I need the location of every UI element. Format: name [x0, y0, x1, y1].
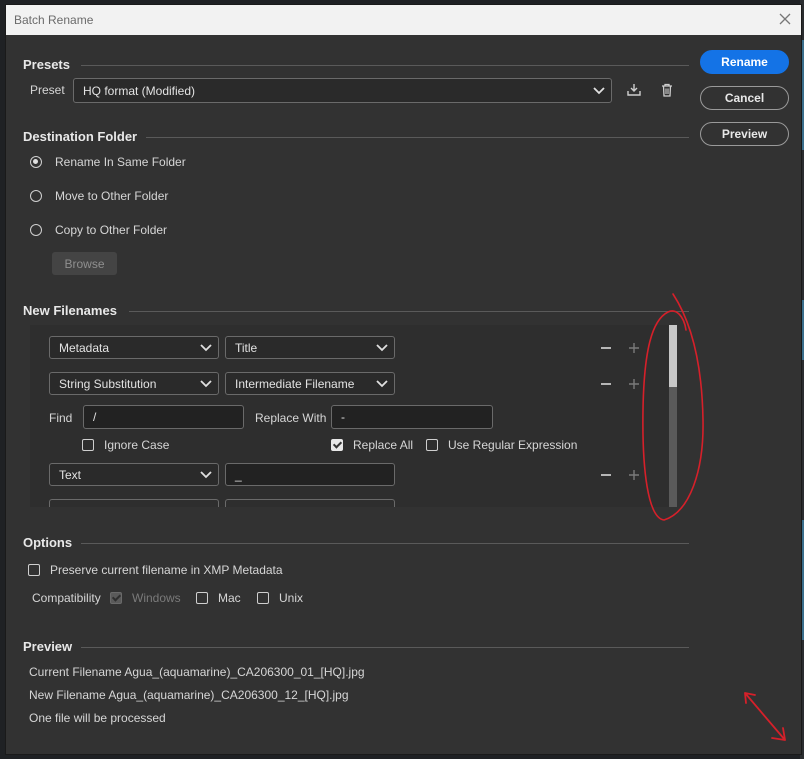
delete-icon[interactable] [659, 82, 675, 98]
mac-checkbox[interactable] [196, 592, 208, 604]
preset-dropdown[interactable]: HQ format (Modified) [73, 78, 612, 103]
ignore-case-label: Ignore Case [104, 438, 170, 452]
rule-value-dropdown[interactable]: Title [225, 336, 395, 359]
options-section-title: Options [23, 535, 73, 550]
presets-section-title: Presets [23, 57, 70, 72]
preserve-filename-label: Preserve current filename in XMP Metadat… [50, 563, 283, 577]
find-label: Find [49, 411, 73, 425]
find-input[interactable]: / [83, 405, 244, 429]
radio-copy-other-folder[interactable] [30, 224, 42, 236]
divider [81, 543, 689, 544]
option-label: Move to Other Folder [55, 189, 169, 203]
destination-section-title: Destination Folder [23, 129, 138, 144]
preserve-filename-checkbox[interactable] [28, 564, 40, 576]
rule-type-dropdown-clipped[interactable] [49, 499, 219, 507]
windows-checkbox [110, 592, 122, 604]
plus-icon[interactable] [627, 341, 641, 355]
chevron-down-icon [376, 379, 388, 387]
replace-all-checkbox[interactable] [331, 439, 343, 451]
new-filename-text: New Filename Agua_(aquamarine)_CA206300_… [29, 688, 349, 702]
divider [81, 647, 689, 648]
replace-input[interactable]: - [331, 405, 493, 429]
rule-value: Intermediate Filename [235, 376, 355, 391]
minus-icon[interactable] [599, 377, 613, 391]
divider [81, 65, 689, 66]
batch-rename-dialog: Batch Rename Rename Cancel Preview Prese… [5, 4, 802, 755]
chevron-down-icon [376, 343, 388, 351]
radio-move-other-folder[interactable] [30, 190, 42, 202]
option-label: Rename In Same Folder [55, 155, 186, 169]
plus-icon[interactable] [627, 468, 641, 482]
rule-value-dropdown-clipped[interactable] [225, 499, 395, 507]
ignore-case-checkbox[interactable] [82, 439, 94, 451]
rule-value-dropdown[interactable]: Intermediate Filename [225, 372, 395, 395]
option-label: Copy to Other Folder [55, 223, 168, 237]
close-icon[interactable] [777, 11, 793, 27]
title-bar: Batch Rename [6, 5, 801, 35]
rule-type-dropdown[interactable]: Text [49, 463, 219, 486]
cancel-button[interactable]: Cancel [700, 86, 789, 110]
files-processed-text: One file will be processed [29, 711, 166, 725]
rule-type-dropdown[interactable]: Metadata [49, 336, 219, 359]
plus-icon[interactable] [627, 377, 641, 391]
use-regex-label: Use Regular Expression [448, 438, 578, 452]
preset-value: HQ format (Modified) [83, 83, 196, 98]
windows-label: Windows [132, 591, 181, 605]
unix-label: Unix [279, 591, 304, 605]
replace-all-label: Replace All [353, 438, 414, 452]
rule-type-dropdown[interactable]: String Substitution [49, 372, 219, 395]
rule-value: Title [235, 340, 258, 355]
browse-button[interactable]: Browse [52, 252, 117, 275]
minus-icon[interactable] [599, 468, 613, 482]
rename-button[interactable]: Rename [700, 50, 789, 74]
replace-with-label: Replace With [255, 411, 327, 425]
use-regex-checkbox[interactable] [426, 439, 438, 451]
new-filenames-section-title: New Filenames [23, 303, 117, 318]
divider [146, 137, 689, 138]
dialog-title: Batch Rename [14, 13, 94, 27]
preset-label: Preset [30, 83, 65, 97]
minus-icon[interactable] [599, 341, 613, 355]
preview-section-title: Preview [23, 639, 73, 654]
rule-type-value: Text [59, 467, 82, 482]
unix-checkbox[interactable] [257, 592, 269, 604]
rule-type-value: String Substitution [59, 376, 157, 391]
current-filename-text: Current Filename Agua_(aquamarine)_CA206… [29, 665, 365, 679]
mac-label: Mac [218, 591, 241, 605]
divider [129, 311, 689, 312]
preview-button[interactable]: Preview [700, 122, 789, 146]
chevron-down-icon [200, 470, 212, 478]
chevron-down-icon [593, 86, 605, 94]
save-preset-icon[interactable] [626, 82, 642, 98]
chevron-down-icon [200, 379, 212, 387]
scrollbar-thumb[interactable] [669, 325, 677, 387]
compatibility-label: Compatibility [32, 591, 101, 605]
chevron-down-icon [200, 343, 212, 351]
rule-text-input[interactable]: _ [225, 463, 395, 486]
radio-rename-same-folder[interactable] [30, 156, 42, 168]
rule-type-value: Metadata [59, 340, 110, 355]
